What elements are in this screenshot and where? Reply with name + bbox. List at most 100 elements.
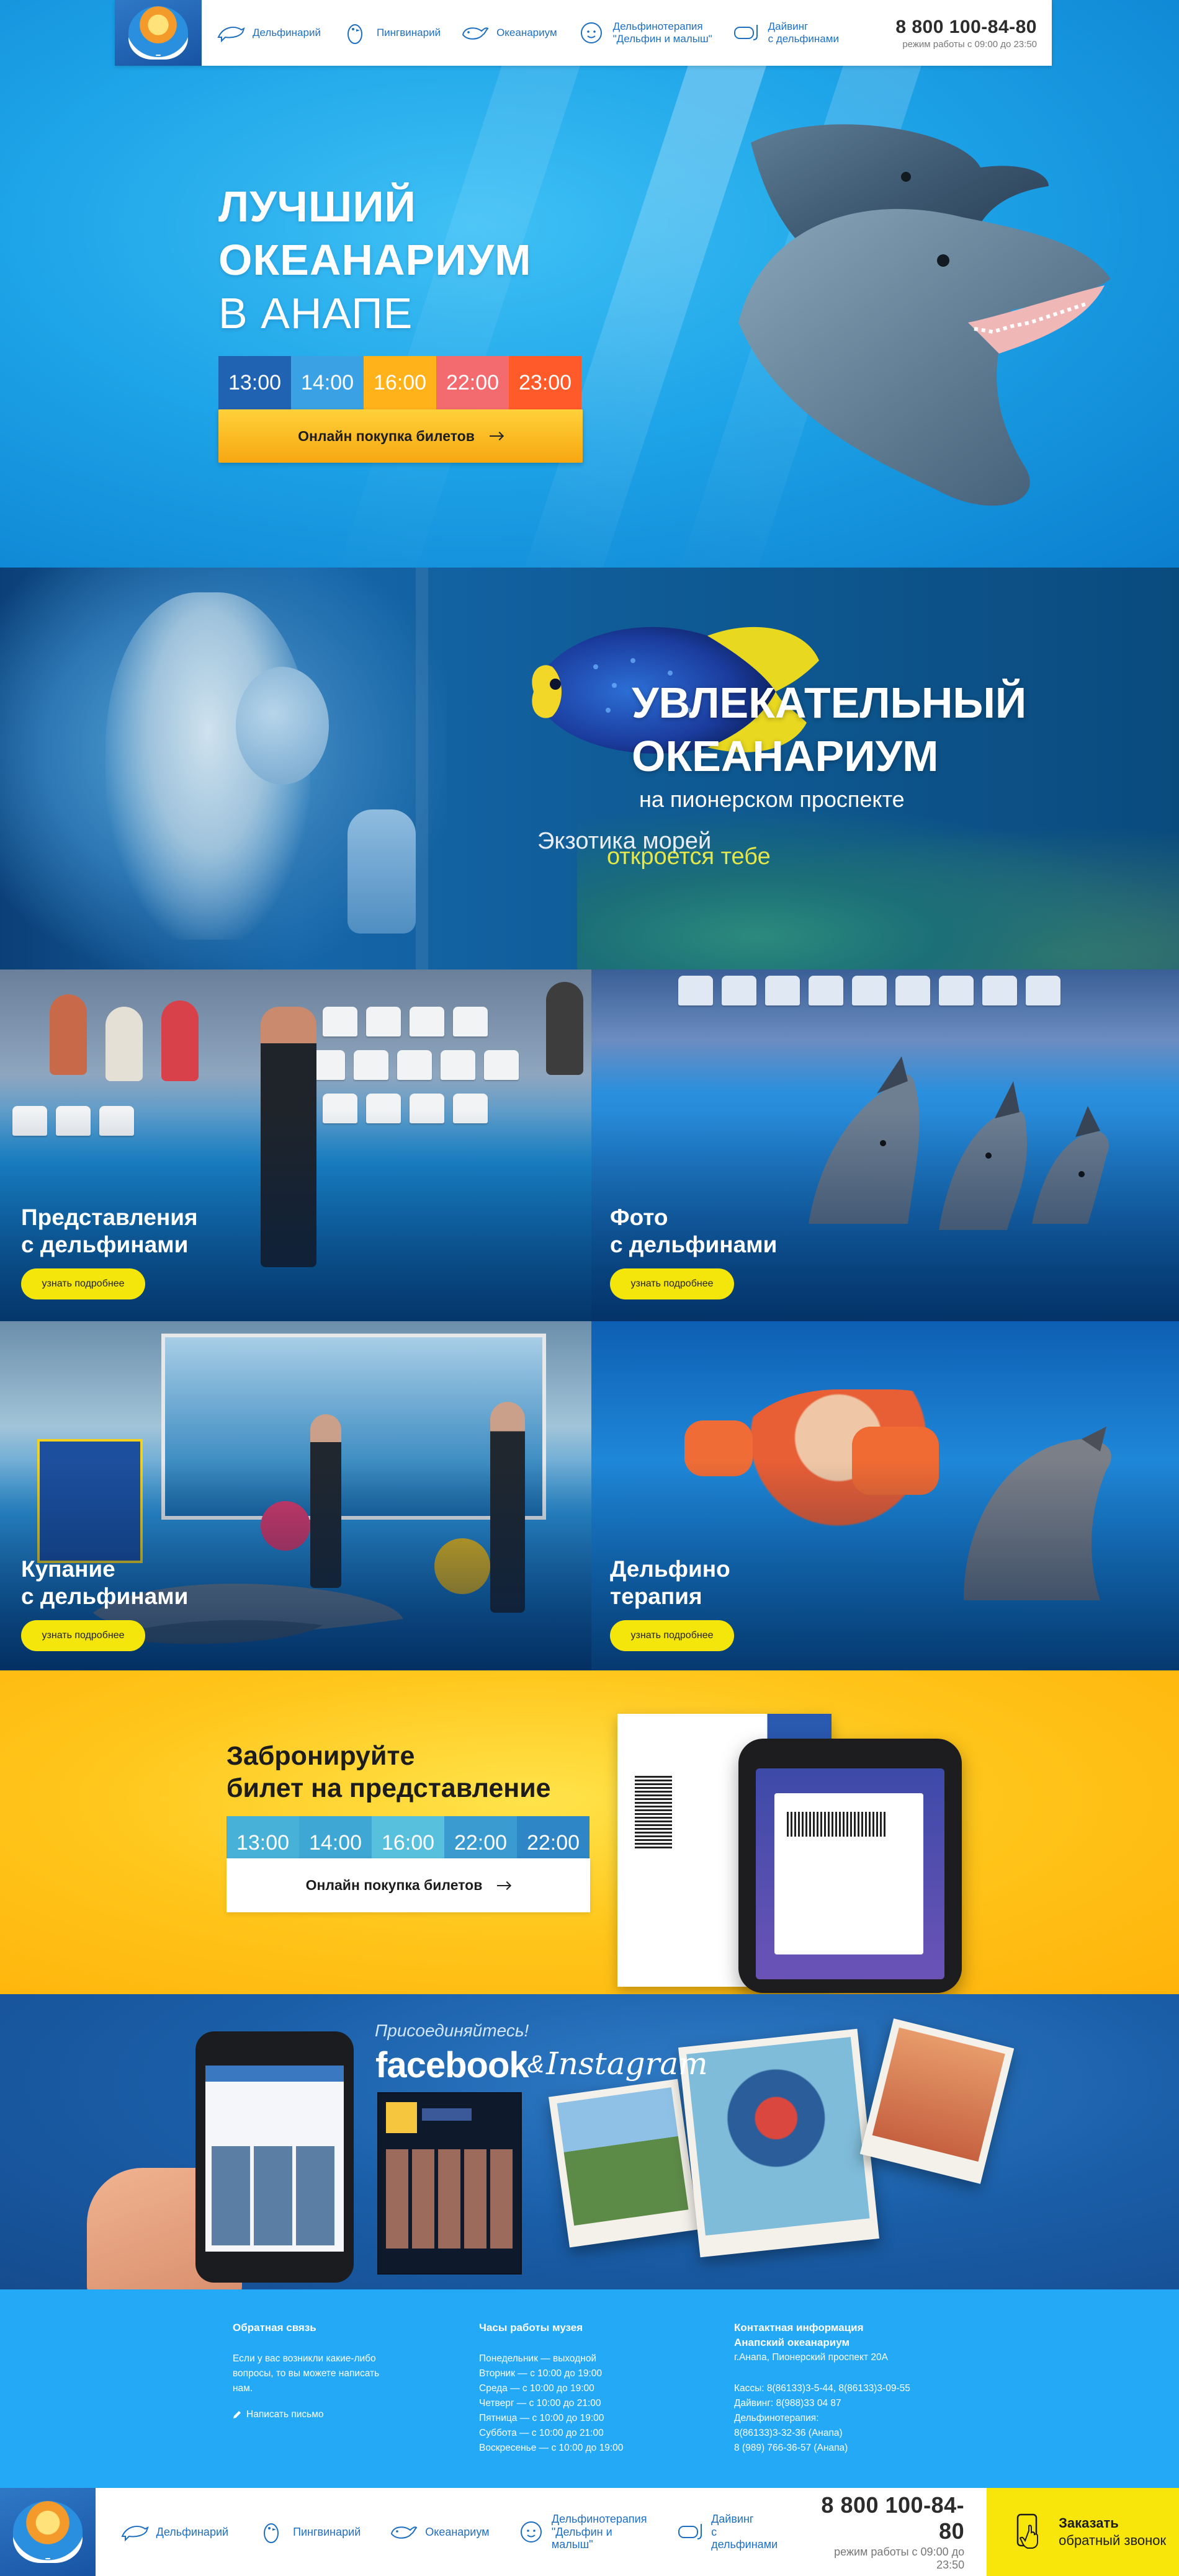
stadium-seat: [809, 976, 843, 1005]
girl-face: [236, 667, 329, 785]
nav-item-dolphin-therapy[interactable]: Дельфинотерапия "Дельфин и малыш": [576, 20, 712, 45]
facebook-link[interactable]: facebook: [375, 2044, 529, 2086]
contact-phone-block: 8 800 100-84-80 режим работы с 09:00 до …: [895, 17, 1052, 50]
bottom-nav: Дельфинарий Пингвинарий Океанариум Дельф…: [96, 2488, 807, 2576]
nav-item-dolphinarium[interactable]: Дельфинарий: [215, 20, 321, 45]
learn-more-button[interactable]: узнать подробнее: [21, 1268, 145, 1299]
feedback-text: Если у вас возникли какие-либо вопросы, …: [233, 2353, 380, 2394]
logo-badge: [12, 2501, 83, 2563]
buy-tickets-button[interactable]: Онлайн покупка билетов: [226, 1858, 590, 1912]
polaroid-photo: [872, 2027, 1005, 2162]
nav-item-label: Пингвинарий: [376, 27, 441, 39]
oceanarium-title-line: УВЛЕКАТЕЛЬНЫЙ: [632, 679, 1027, 727]
oceanarium-title: УВЛЕКАТЕЛЬНЫЙ ОКЕАНАРИУМ: [632, 676, 1026, 783]
instagram-link[interactable]: Instagram: [546, 2046, 708, 2082]
logo[interactable]: [0, 2488, 96, 2576]
polaroid-photo: [557, 2087, 689, 2226]
phone-number[interactable]: 8 800 100-84-80: [895, 17, 1037, 38]
learn-more-button[interactable]: узнать подробнее: [21, 1620, 145, 1651]
learn-more-button[interactable]: узнать подробнее: [610, 1268, 734, 1299]
nav-item-label: Океанариум: [496, 27, 557, 39]
ticket-on-screen: [774, 1793, 923, 1954]
phone-number[interactable]: 8 800 100-84-80: [807, 2492, 964, 2544]
stadium-seat: [722, 976, 756, 1005]
showtime-button[interactable]: 14:00: [291, 356, 364, 409]
card-title-line: с дельфинами: [610, 1232, 778, 1257]
nav-item-dolphinarium[interactable]: Дельфинарий: [119, 2520, 228, 2544]
showtime-button[interactable]: 13:00: [218, 356, 291, 409]
pencil-icon: [233, 2411, 241, 2418]
feedback-title: Обратная связь: [233, 2322, 316, 2333]
instagram-bar: [205, 2066, 344, 2082]
footer-info: Обратная связь Если у вас возникли какие…: [0, 2289, 1179, 2488]
working-hours: режим работы с 09:00 до 23:50: [902, 38, 1037, 50]
facebook-widget[interactable]: [377, 2092, 522, 2275]
nav-item-oceanarium[interactable]: Океанариум: [388, 2520, 490, 2544]
card-title: Фото с дельфинами: [610, 1204, 777, 1259]
service-card-shows[interactable]: Представления с дельфинами узнать подроб…: [0, 969, 591, 1321]
booking-title: Забронируйте билет на представление: [226, 1740, 551, 1804]
service-card-photo[interactable]: Фото с дельфинами узнать подробнее: [591, 969, 1179, 1321]
oceanarium-subtitle: на пионерском проспекте: [639, 787, 905, 812]
stadium-seat: [441, 1050, 475, 1080]
callback-button[interactable]: Заказать обратный звонок: [987, 2488, 1179, 2576]
nav-item-label: Дельфинарий: [156, 2525, 229, 2538]
service-card-swimming[interactable]: Купание с дельфинами узнать подробнее: [0, 1321, 591, 1670]
nav-item-oceanarium[interactable]: Океанариум: [459, 20, 557, 45]
card-title-line: с дельфинами: [21, 1232, 189, 1257]
contacts-phones: Кассы: 8(86133)3-5-44, 8(86133)3-09-55 Д…: [734, 2383, 910, 2453]
stadium-seat: [678, 976, 713, 1005]
whale-icon: [388, 2520, 419, 2544]
main-nav: Дельфинарий Пингвинарий Океанариум Дельф…: [202, 0, 895, 66]
card-title-line: Дельфино: [610, 1556, 730, 1582]
photo-polaroid: [548, 2079, 699, 2248]
buy-tickets-label: Онлайн покупка билетов: [298, 427, 475, 444]
photo-grid: [212, 2146, 336, 2245]
hero-title-line: ОКЕАНАРИУМ: [218, 236, 532, 284]
write-letter-link[interactable]: Написать письмо: [233, 2407, 379, 2422]
nav-item-label: Дельфинотерапия "Дельфин и малыш": [612, 20, 712, 45]
card-title-line: с дельфинами: [21, 1584, 189, 1609]
penguin-icon: [339, 20, 370, 45]
nav-item-label: Дайвинг с дельфинами: [768, 20, 839, 45]
widget-faces: [386, 2149, 513, 2248]
barcode: [787, 1812, 886, 1837]
showtime-button[interactable]: 16:00: [364, 356, 436, 409]
dolphin-icon: [215, 20, 246, 45]
stadium-seat: [484, 1050, 519, 1080]
aquarium-glass: [416, 568, 428, 969]
nav-item-diving[interactable]: Дайвинг с дельфинами: [676, 2513, 780, 2551]
nav-item-diving[interactable]: Дайвинг с дельфинами: [731, 20, 839, 45]
spectator: [50, 994, 87, 1075]
spectator: [546, 982, 583, 1075]
showtime-button[interactable]: 23:00: [509, 356, 581, 409]
baby-icon: [576, 20, 607, 45]
logo[interactable]: [115, 0, 202, 66]
stadium-seat: [895, 976, 930, 1005]
booking-section: [0, 1670, 1179, 1994]
callback-title: Заказать: [1059, 2515, 1119, 2531]
working-hours: режим работы с 09:00 до 23:50: [834, 2546, 965, 2571]
stadium-seat: [939, 976, 974, 1005]
stadium-seat: [453, 1007, 488, 1036]
join-us-label: Присоединяйтесь!: [375, 2021, 529, 2040]
stadium-seat: [982, 976, 1017, 1005]
hours-column: Часы работы музея Понедельник — выходной…: [479, 2320, 623, 2456]
buy-tickets-button[interactable]: Онлайн покупка билетов: [218, 409, 583, 463]
nav-item-penguinarium[interactable]: Пингвинарий: [339, 20, 441, 45]
hero-title-line: ЛУЧШИЙ: [218, 182, 416, 231]
card-title-line: Купание: [21, 1556, 115, 1582]
learn-more-button[interactable]: узнать подробнее: [610, 1620, 734, 1651]
whale-icon: [459, 20, 490, 45]
showtime-button[interactable]: 22:00: [436, 356, 509, 409]
card-title: Представления с дельфинами: [21, 1204, 198, 1259]
stadium-seat: [765, 976, 800, 1005]
stadium-seat: [410, 1007, 444, 1036]
card-title: Купание с дельфинами: [21, 1556, 188, 1610]
service-card-therapy[interactable]: Дельфино терапия узнать подробнее: [591, 1321, 1179, 1670]
stadium-seat: [354, 1050, 388, 1080]
spectator: [105, 1007, 143, 1081]
photo-polaroid: [678, 2028, 879, 2258]
nav-item-dolphin-therapy[interactable]: Дельфинотерапия "Дельфин и малыш": [517, 2513, 650, 2551]
nav-item-penguinarium[interactable]: Пингвинарий: [256, 2520, 361, 2544]
